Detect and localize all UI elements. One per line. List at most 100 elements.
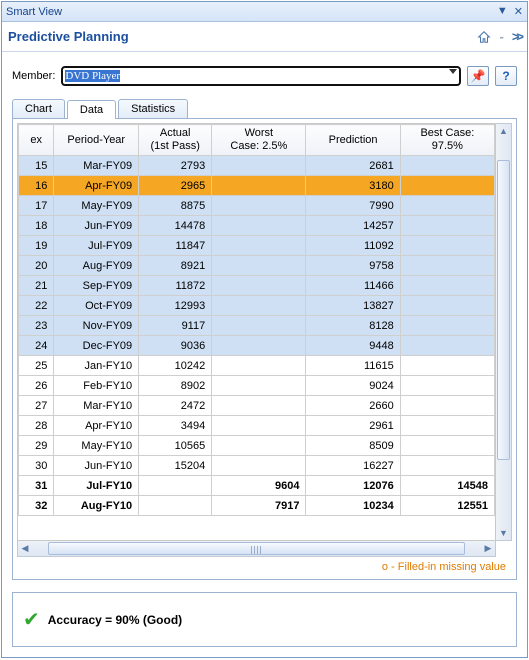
col-worst[interactable]: Worst Case: 2.5% [212, 125, 306, 156]
cell-period[interactable]: Jul-FY09 [54, 236, 139, 256]
table-row[interactable]: 31Jul-FY1096041207614548 [19, 476, 495, 496]
cell-worst[interactable] [212, 416, 306, 436]
cell-best[interactable]: 12551 [400, 496, 494, 516]
cell-pred[interactable]: 14257 [306, 216, 400, 236]
home-icon[interactable] [477, 30, 491, 44]
cell-pred[interactable]: 2681 [306, 156, 400, 176]
table-row[interactable]: 25Jan-FY1010242 11615 [19, 356, 495, 376]
table-row[interactable]: 15Mar-FY0927932681 [19, 156, 495, 176]
cell-best[interactable] [400, 336, 494, 356]
cell-period[interactable]: Apr-FY10 [54, 416, 139, 436]
table-row[interactable]: 32Aug-FY1079171023412551 [19, 496, 495, 516]
cell-ex[interactable]: 29 [19, 436, 54, 456]
cell-period[interactable]: Sep-FY09 [54, 276, 139, 296]
scroll-thumb[interactable] [497, 160, 510, 460]
cell-best[interactable]: 14548 [400, 476, 494, 496]
cell-actual[interactable]: 15204 [139, 456, 212, 476]
cell-actual[interactable]: 10242 [139, 356, 212, 376]
cell-best[interactable] [400, 156, 494, 176]
cell-actual[interactable]: 2472 [139, 396, 212, 416]
cell-ex[interactable]: 28 [19, 416, 54, 436]
cell-best[interactable] [400, 316, 494, 336]
cell-period[interactable]: Oct-FY09 [54, 296, 139, 316]
cell-ex[interactable]: 31 [19, 476, 54, 496]
col-prediction[interactable]: Prediction [306, 125, 400, 156]
cell-ex[interactable]: 17 [19, 196, 54, 216]
cell-worst[interactable]: 7917 [212, 496, 306, 516]
table-row[interactable]: 17May-FY0988757990 [19, 196, 495, 216]
table-row[interactable]: 27Mar-FY1024722660 [19, 396, 495, 416]
table-row[interactable]: 19Jul-FY091184711092 [19, 236, 495, 256]
table-row[interactable]: 18Jun-FY091447814257 [19, 216, 495, 236]
cell-worst[interactable] [212, 396, 306, 416]
cell-actual[interactable]: 10565 [139, 436, 212, 456]
tab-data[interactable]: Data [67, 100, 116, 119]
cell-period[interactable]: Dec-FY09 [54, 336, 139, 356]
cell-period[interactable]: Mar-FY10 [54, 396, 139, 416]
cell-pred[interactable]: 7990 [306, 196, 400, 216]
cell-worst[interactable]: 9604 [212, 476, 306, 496]
cell-worst[interactable] [212, 276, 306, 296]
chevron-down-icon[interactable] [449, 69, 457, 74]
member-select[interactable] [61, 66, 461, 86]
col-actual[interactable]: Actual (1st Pass) [139, 125, 212, 156]
cell-best[interactable] [400, 416, 494, 436]
cell-pred[interactable]: 8509 [306, 436, 400, 456]
cell-period[interactable]: Mar-FY09 [54, 156, 139, 176]
cell-worst[interactable] [212, 356, 306, 376]
cell-worst[interactable] [212, 456, 306, 476]
scroll-down-icon[interactable]: ▼ [496, 526, 511, 540]
hscroll-thumb[interactable] [48, 542, 465, 555]
cell-ex[interactable]: 22 [19, 296, 54, 316]
cell-best[interactable] [400, 256, 494, 276]
dropdown-icon[interactable]: ▼ [497, 5, 508, 18]
cell-worst[interactable] [212, 316, 306, 336]
cell-pred[interactable]: 11092 [306, 236, 400, 256]
cell-pred[interactable]: 11466 [306, 276, 400, 296]
table-row[interactable]: 16Apr-FY0929653180 [19, 176, 495, 196]
cell-best[interactable] [400, 436, 494, 456]
cell-ex[interactable]: 18 [19, 216, 54, 236]
cell-ex[interactable]: 23 [19, 316, 54, 336]
table-row[interactable]: 21Sep-FY0911872 11466 [19, 276, 495, 296]
scroll-up-icon[interactable]: ▲ [496, 124, 511, 138]
table-row[interactable]: 26Feb-FY1089029024 [19, 376, 495, 396]
cell-actual[interactable]: 11847 [139, 236, 212, 256]
cell-actual[interactable]: 12993 [139, 296, 212, 316]
cell-actual[interactable]: 9117 [139, 316, 212, 336]
table-row[interactable]: 23Nov-FY099117 8128 [19, 316, 495, 336]
cell-best[interactable] [400, 236, 494, 256]
cell-actual[interactable] [139, 496, 212, 516]
cell-ex[interactable]: 16 [19, 176, 54, 196]
cell-best[interactable] [400, 216, 494, 236]
cell-actual[interactable]: 8875 [139, 196, 212, 216]
table-row[interactable]: 28Apr-FY1034942961 [19, 416, 495, 436]
cell-period[interactable]: Jan-FY10 [54, 356, 139, 376]
cell-pred[interactable]: 3180 [306, 176, 400, 196]
cell-pred[interactable]: 2660 [306, 396, 400, 416]
cell-pred[interactable]: 8128 [306, 316, 400, 336]
cell-ex[interactable]: 20 [19, 256, 54, 276]
scroll-left-icon[interactable]: ◀ [18, 541, 32, 556]
table-row[interactable]: 20Aug-FY0989219758 [19, 256, 495, 276]
cell-actual[interactable]: 2793 [139, 156, 212, 176]
cell-ex[interactable]: 32 [19, 496, 54, 516]
cell-ex[interactable]: 24 [19, 336, 54, 356]
cell-actual[interactable]: 11872 [139, 276, 212, 296]
cell-ex[interactable]: 21 [19, 276, 54, 296]
chevron-right-icon[interactable]: >> [512, 29, 521, 44]
cell-actual[interactable]: 8921 [139, 256, 212, 276]
cell-pred[interactable]: 10234 [306, 496, 400, 516]
cell-ex[interactable]: 25 [19, 356, 54, 376]
cell-actual[interactable]: 9036 [139, 336, 212, 356]
cell-period[interactable]: Nov-FY09 [54, 316, 139, 336]
table-row[interactable]: 29May-FY10105658509 [19, 436, 495, 456]
tab-statistics[interactable]: Statistics [118, 99, 188, 118]
cell-worst[interactable] [212, 196, 306, 216]
cell-worst[interactable] [212, 376, 306, 396]
close-icon[interactable]: ✕ [514, 5, 523, 18]
cell-period[interactable]: Apr-FY09 [54, 176, 139, 196]
cell-pred[interactable]: 11615 [306, 356, 400, 376]
member-input[interactable] [61, 66, 461, 86]
pin-button[interactable]: 📌 [467, 66, 489, 86]
